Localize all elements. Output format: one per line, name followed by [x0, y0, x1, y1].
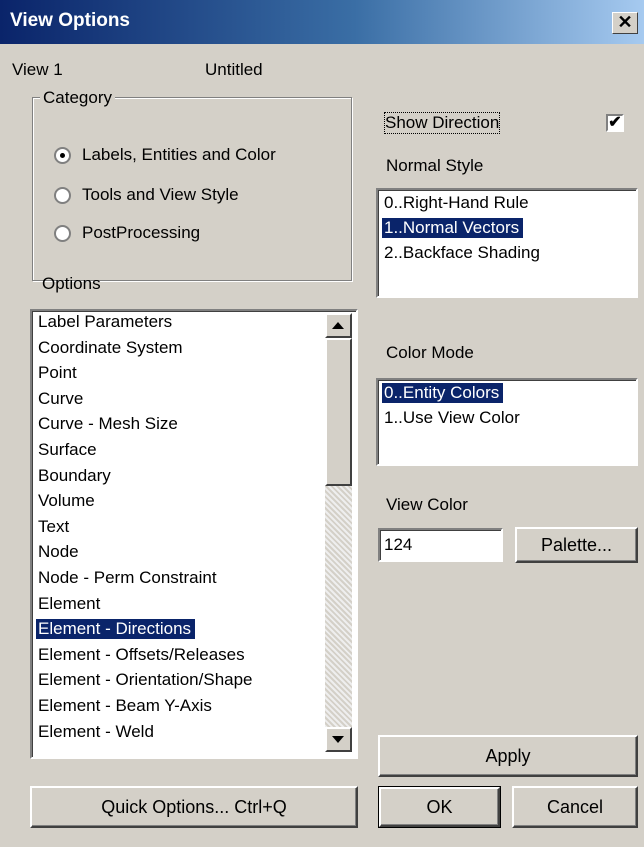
category-label: Category: [40, 88, 115, 108]
palette-button[interactable]: Palette...: [515, 527, 638, 563]
view-options-dialog: View Options ✕ View 1 Untitled Category …: [0, 0, 644, 847]
category-radio-tools[interactable]: [54, 187, 71, 204]
category-option-labels[interactable]: Labels, Entities and Color: [82, 145, 276, 165]
options-list-item[interactable]: Point: [36, 363, 81, 383]
options-list-item[interactable]: Element - Beam Y-Axis: [36, 696, 216, 716]
view-color-value: 124: [384, 535, 413, 554]
quick-options-button[interactable]: Quick Options... Ctrl+Q: [30, 786, 358, 828]
category-radio-postprocessing[interactable]: [54, 225, 71, 242]
close-icon[interactable]: ✕: [612, 12, 638, 34]
options-list-item[interactable]: Element - Orientation/Shape: [36, 670, 257, 690]
cancel-button[interactable]: Cancel: [512, 786, 638, 828]
view-color-input[interactable]: 124: [378, 528, 503, 562]
color-mode-item[interactable]: 1..Use View Color: [382, 408, 524, 428]
options-list-item[interactable]: Curve - Mesh Size: [36, 414, 182, 434]
options-list-item[interactable]: Node - Perm Constraint: [36, 568, 221, 588]
options-list-item[interactable]: Coordinate System: [36, 338, 187, 358]
view-color-label: View Color: [386, 495, 468, 514]
normal-style-label: Normal Style: [386, 156, 484, 175]
options-list-item[interactable]: Text: [36, 517, 73, 537]
view-label: View 1: [12, 60, 63, 79]
ok-button[interactable]: OK: [378, 786, 501, 828]
category-radio-labels[interactable]: [54, 147, 71, 164]
arrow-down-icon: [332, 736, 344, 743]
options-list[interactable]: Label Parameters Coordinate System Point Cu…: [30, 309, 358, 759]
options-list-item[interactable]: Element - Directions: [36, 619, 196, 640]
color-mode-list[interactable]: 0..Entity Colors 1..Use View Color: [376, 378, 638, 466]
options-list-item[interactable]: Element: [36, 594, 104, 614]
scroll-thumb[interactable]: [325, 338, 352, 486]
color-mode-item[interactable]: 0..Entity Colors: [382, 383, 504, 403]
scroll-up-button[interactable]: [325, 313, 352, 338]
scroll-down-button[interactable]: [325, 727, 352, 752]
options-label: Options: [42, 274, 101, 293]
normal-style-item[interactable]: 0..Right-Hand Rule: [382, 193, 533, 213]
category-option-tools[interactable]: Tools and View Style: [82, 185, 239, 205]
window-title: View Options: [10, 10, 131, 31]
show-direction-label[interactable]: Show Direction: [383, 112, 501, 134]
options-list-item[interactable]: Node: [36, 542, 83, 562]
normal-style-item[interactable]: 2..Backface Shading: [382, 243, 544, 263]
options-list-item[interactable]: Volume: [36, 491, 99, 511]
arrow-up-icon: [332, 322, 344, 329]
category-option-postprocessing[interactable]: PostProcessing: [82, 223, 200, 243]
options-list-item[interactable]: Label Parameters: [36, 312, 176, 332]
title-bar: View Options ✕: [0, 0, 644, 44]
options-list-item[interactable]: Element - Offsets/Releases: [36, 645, 249, 665]
color-mode-label: Color Mode: [386, 343, 474, 362]
normal-style-list[interactable]: 0..Right-Hand Rule 1..Normal Vectors 2..Ba…: [376, 188, 638, 298]
normal-style-item[interactable]: 1..Normal Vectors: [382, 218, 524, 238]
options-list-item[interactable]: Element - Weld: [36, 722, 158, 742]
options-list-item[interactable]: Curve: [36, 389, 87, 409]
apply-button[interactable]: Apply: [378, 735, 638, 777]
view-name: Untitled: [205, 60, 263, 79]
show-direction-checkbox[interactable]: ✔: [606, 114, 624, 132]
options-list-item[interactable]: Surface: [36, 440, 101, 460]
options-list-item[interactable]: Boundary: [36, 466, 115, 486]
